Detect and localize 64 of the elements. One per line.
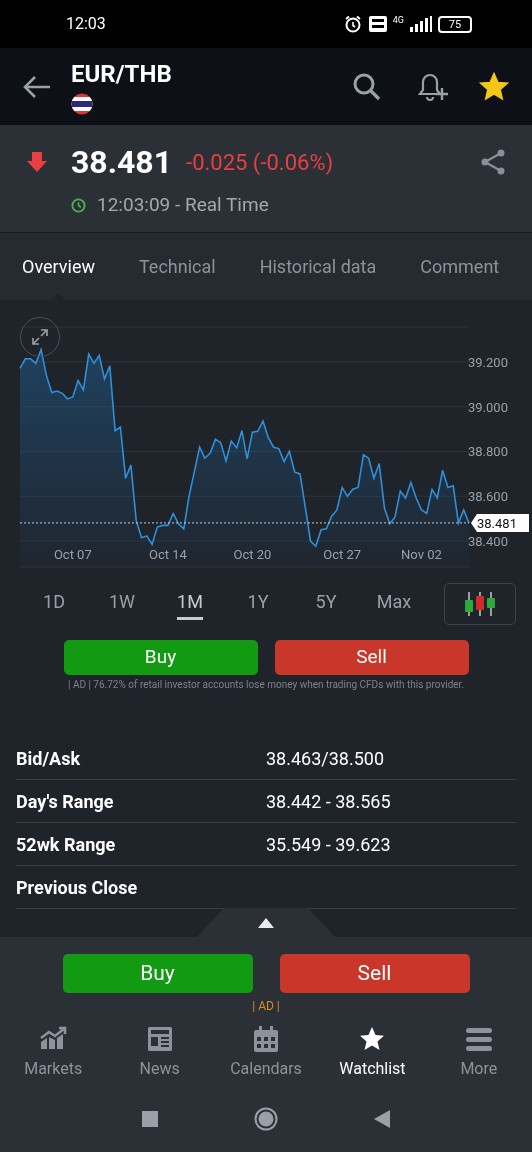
volte-icon — [368, 16, 387, 32]
nav-tab[interactable]: Calendars — [212, 1025, 320, 1087]
expand-icon — [30, 327, 50, 347]
y-axis-label: 38.800 — [468, 444, 508, 460]
last-price: 38.481 — [71, 142, 173, 182]
menu-icon — [464, 1025, 493, 1053]
signal-icon — [410, 16, 432, 32]
add-alert-bell-icon[interactable] — [418, 71, 450, 102]
period-tab[interactable]: 1Y — [224, 588, 292, 620]
search-icon[interactable] — [352, 71, 382, 102]
status-time: 12:03 — [66, 13, 106, 35]
clock-icon — [71, 197, 86, 213]
x-axis-label: Oct 07 — [53, 547, 92, 562]
buy-button[interactable]: Buy — [63, 640, 258, 675]
favorite-star-icon[interactable] — [478, 71, 510, 102]
back-arrow-icon[interactable] — [22, 73, 52, 100]
stat-value: 35.549 - 39.623 — [266, 832, 391, 857]
sell-button[interactable]: Sell — [279, 954, 470, 993]
risk-disclaimer: | AD | 76.72% of retail investor accounts lose money when trading CFDs with this provider. — [67, 678, 465, 692]
quote-time: 12:03:09 - Real Time — [97, 192, 269, 218]
sell-button[interactable]: Sell — [274, 640, 469, 675]
x-axis-label: Oct 20 — [233, 547, 272, 562]
y-axis-label: 38.600 — [468, 489, 508, 505]
up-triangle-icon — [258, 918, 274, 928]
calendar-icon — [252, 1025, 280, 1053]
x-axis-label: Oct 14 — [149, 547, 187, 562]
stat-label: Bid/Ask — [16, 746, 82, 771]
battery-indicator: 75 — [438, 15, 472, 33]
tab[interactable]: Comment — [420, 233, 500, 300]
period-tab[interactable]: 5Y — [292, 588, 360, 620]
nav-tab[interactable]: More — [425, 1025, 532, 1087]
period-tab[interactable]: 1W — [88, 588, 156, 620]
period-tab[interactable]: 1M — [156, 588, 224, 620]
stat-label: Previous Close — [16, 875, 139, 900]
stat-label: 52wk Range — [16, 832, 117, 857]
pair-title: EUR/THB — [71, 58, 172, 89]
y-axis-label: 39.000 — [468, 399, 508, 415]
nav-tab[interactable]: Watchlist — [319, 1025, 426, 1087]
period-tab[interactable]: Max — [360, 588, 428, 620]
y-axis-label: 38.400 — [468, 534, 508, 550]
network-type: 4G — [392, 15, 404, 25]
x-axis-label: Nov 02 — [401, 547, 442, 562]
price-change: -0.025 (-0.06%) — [186, 148, 334, 177]
home-icon[interactable] — [254, 1107, 278, 1131]
thailand-flag-icon — [71, 92, 93, 115]
tab[interactable]: Historical data — [259, 233, 377, 300]
ad-label: | AD | — [252, 998, 280, 1015]
stat-value: 38.442 - 38.565 — [266, 789, 391, 814]
nav-tab[interactable]: Markets — [0, 1025, 107, 1087]
y-axis-label: 39.200 — [468, 354, 508, 370]
tab[interactable]: Technical — [138, 233, 216, 300]
current-price-tag: 38.481 — [471, 513, 529, 532]
share-icon[interactable] — [480, 149, 506, 175]
nav-tab[interactable]: News — [106, 1025, 213, 1087]
stat-value: 38.463/38.500 — [266, 746, 385, 771]
ref-line-label: 38.481 — [477, 515, 517, 531]
x-axis-label: Oct 27 — [323, 547, 362, 562]
stat-label: Day's Range — [16, 789, 115, 814]
candlestick-icon — [464, 591, 496, 617]
newspaper-icon — [145, 1025, 174, 1053]
buy-button[interactable]: Buy — [62, 954, 253, 993]
candlestick-toggle-button[interactable] — [444, 583, 516, 625]
period-tab[interactable]: 1D — [20, 588, 88, 620]
back-triangle-icon[interactable] — [374, 1110, 390, 1128]
